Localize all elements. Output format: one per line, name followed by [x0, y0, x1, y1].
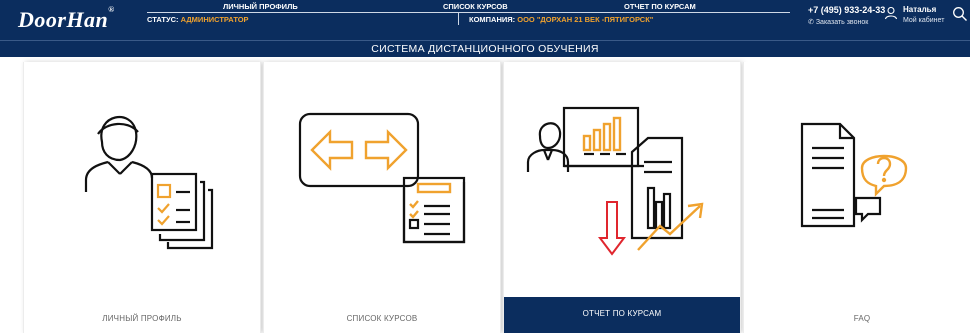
- phone-icon: ✆: [808, 19, 814, 26]
- nav-personal-profile[interactable]: ЛИЧНЫЙ ПРОФИЛЬ: [223, 2, 298, 11]
- status-label: СТАТУС:: [147, 15, 179, 24]
- user-name[interactable]: Наталья: [903, 5, 936, 14]
- report-chart-icon: [526, 106, 704, 256]
- nav-course-report[interactable]: ОТЧЕТ ПО КУРСАМ: [624, 2, 696, 11]
- course-list-icon: [298, 112, 466, 244]
- my-cabinet-link[interactable]: Мой кабинет: [903, 17, 944, 24]
- user-icon[interactable]: [884, 6, 898, 20]
- callback-link[interactable]: ✆ Заказать звонок: [808, 18, 868, 26]
- doorhan-logo[interactable]: DoorHan®: [18, 5, 115, 33]
- search-icon[interactable]: [952, 6, 968, 22]
- company-label: КОМПАНИЯ:: [469, 15, 516, 24]
- faq-icon: [800, 122, 908, 228]
- card-label: ОТЧЕТ ПО КУРСАМ: [582, 309, 662, 318]
- nav-course-list[interactable]: СПИСОК КУРСОВ: [443, 2, 508, 11]
- card-course-list[interactable]: СПИСОК КУРСОВ: [263, 62, 501, 333]
- nav-divider-vertical: [458, 13, 459, 25]
- company-field: КОМПАНИЯ: ООО "ДОРХАН 21 ВЕК -ПЯТИГОРСК": [469, 15, 653, 24]
- top-bar: DoorHan® ЛИЧНЫЙ ПРОФИЛЬ СПИСОК КУРСОВ ОТ…: [0, 0, 970, 40]
- company-value: ООО "ДОРХАН 21 ВЕК -ПЯТИГОРСК": [517, 15, 654, 24]
- user-document-icon: [84, 115, 214, 250]
- card-label: FAQ: [853, 314, 871, 323]
- menu-cards: ЛИЧНЫЙ ПРОФИЛЬ СПИСОК КУРСОВ ОТЧЕТ ПО КУ…: [10, 62, 970, 333]
- status-field: СТАТУС: АДМИНИСТРАТОР: [147, 15, 249, 24]
- card-personal-profile[interactable]: ЛИЧНЫЙ ПРОФИЛЬ: [23, 62, 261, 333]
- card-course-report[interactable]: ОТЧЕТ ПО КУРСАМ: [503, 62, 741, 333]
- status-value: АДМИНИСТРАТОР: [180, 15, 249, 24]
- phone-number[interactable]: +7 (495) 933-24-33: [808, 5, 885, 15]
- subtitle-bar: СИСТЕМА ДИСТАНЦИОННОГО ОБУЧЕНИЯ: [0, 40, 970, 57]
- card-faq[interactable]: FAQ: [743, 62, 970, 333]
- card-label: СПИСОК КУРСОВ: [346, 314, 418, 323]
- page-title: СИСТЕМА ДИСТАНЦИОННОГО ОБУЧЕНИЯ: [371, 43, 599, 55]
- card-label: ЛИЧНЫЙ ПРОФИЛЬ: [102, 314, 182, 323]
- nav-divider: [147, 12, 790, 13]
